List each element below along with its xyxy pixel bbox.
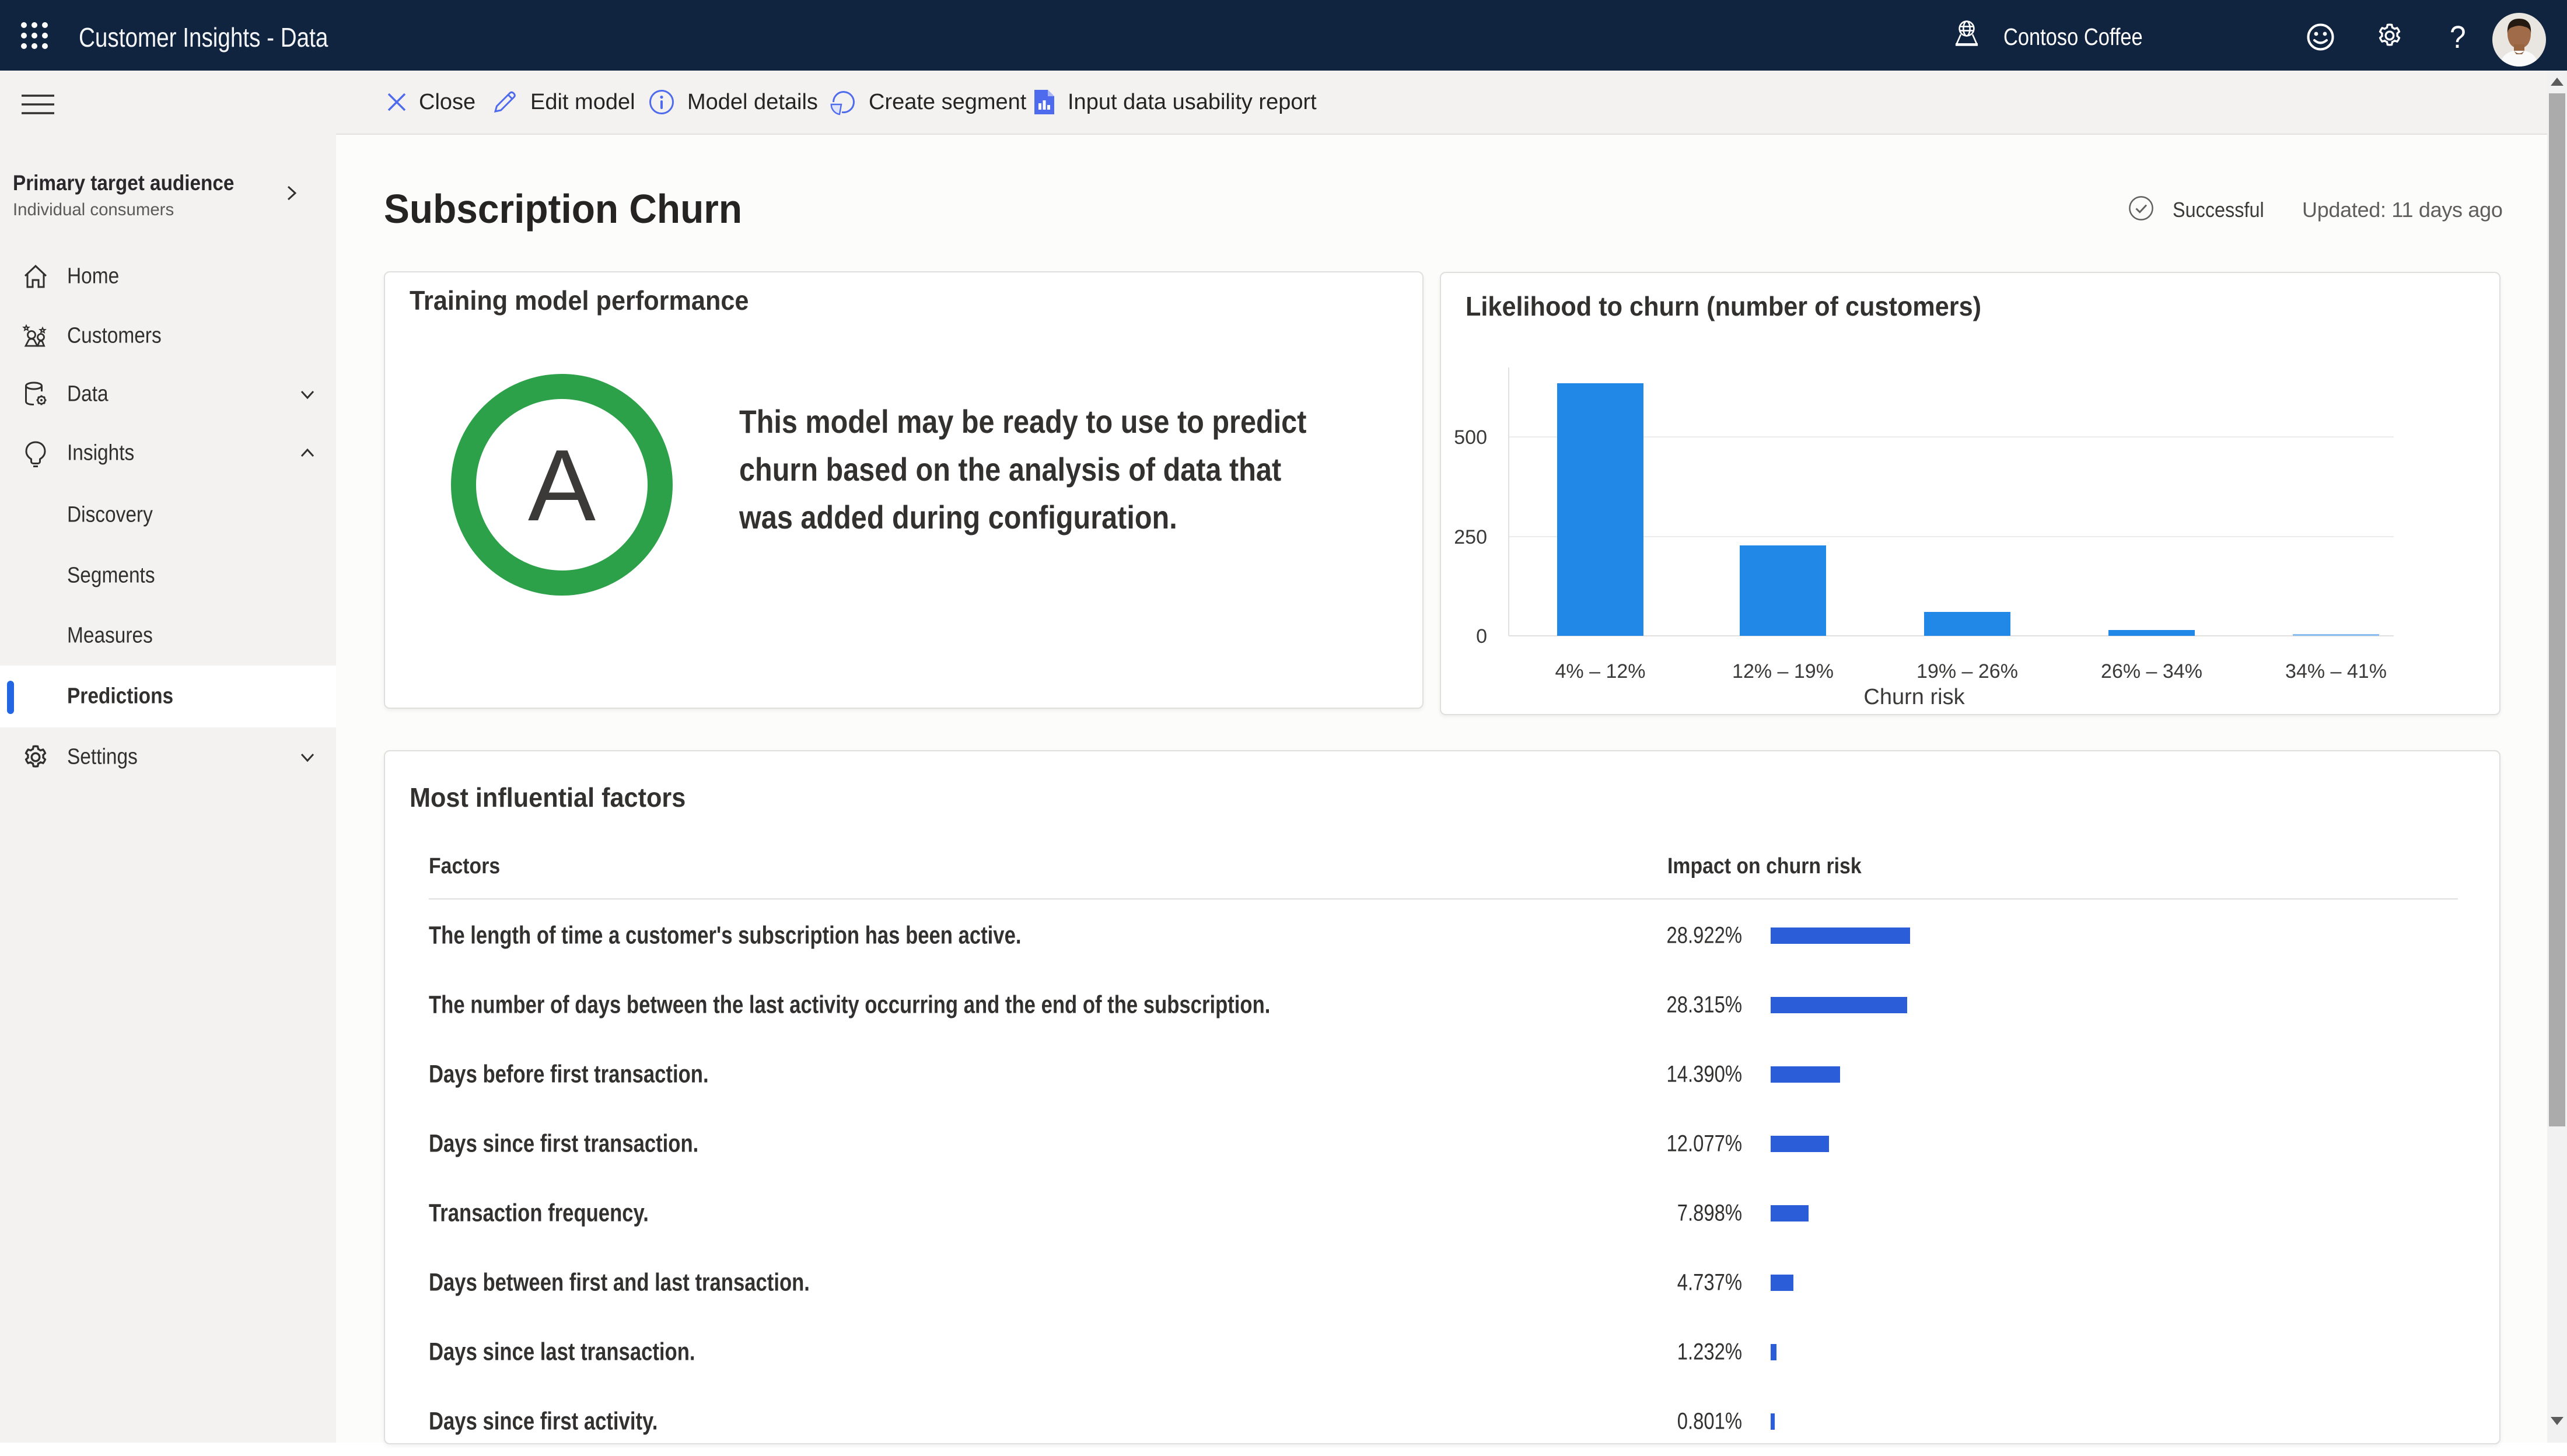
svg-text:4% – 12%: 4% – 12% <box>1555 660 1646 682</box>
svg-text:26% – 34%: 26% – 34% <box>2101 660 2202 682</box>
svg-text:Churn risk: Churn risk <box>1863 685 1965 709</box>
svg-text:250: 250 <box>1454 526 1487 548</box>
svg-text:500: 500 <box>1454 426 1487 449</box>
svg-text:12% – 19%: 12% – 19% <box>1732 660 1834 682</box>
svg-text:19% – 26%: 19% – 26% <box>1916 660 2018 682</box>
svg-text:0: 0 <box>1476 625 1487 648</box>
svg-text:34% – 41%: 34% – 41% <box>2285 660 2387 682</box>
